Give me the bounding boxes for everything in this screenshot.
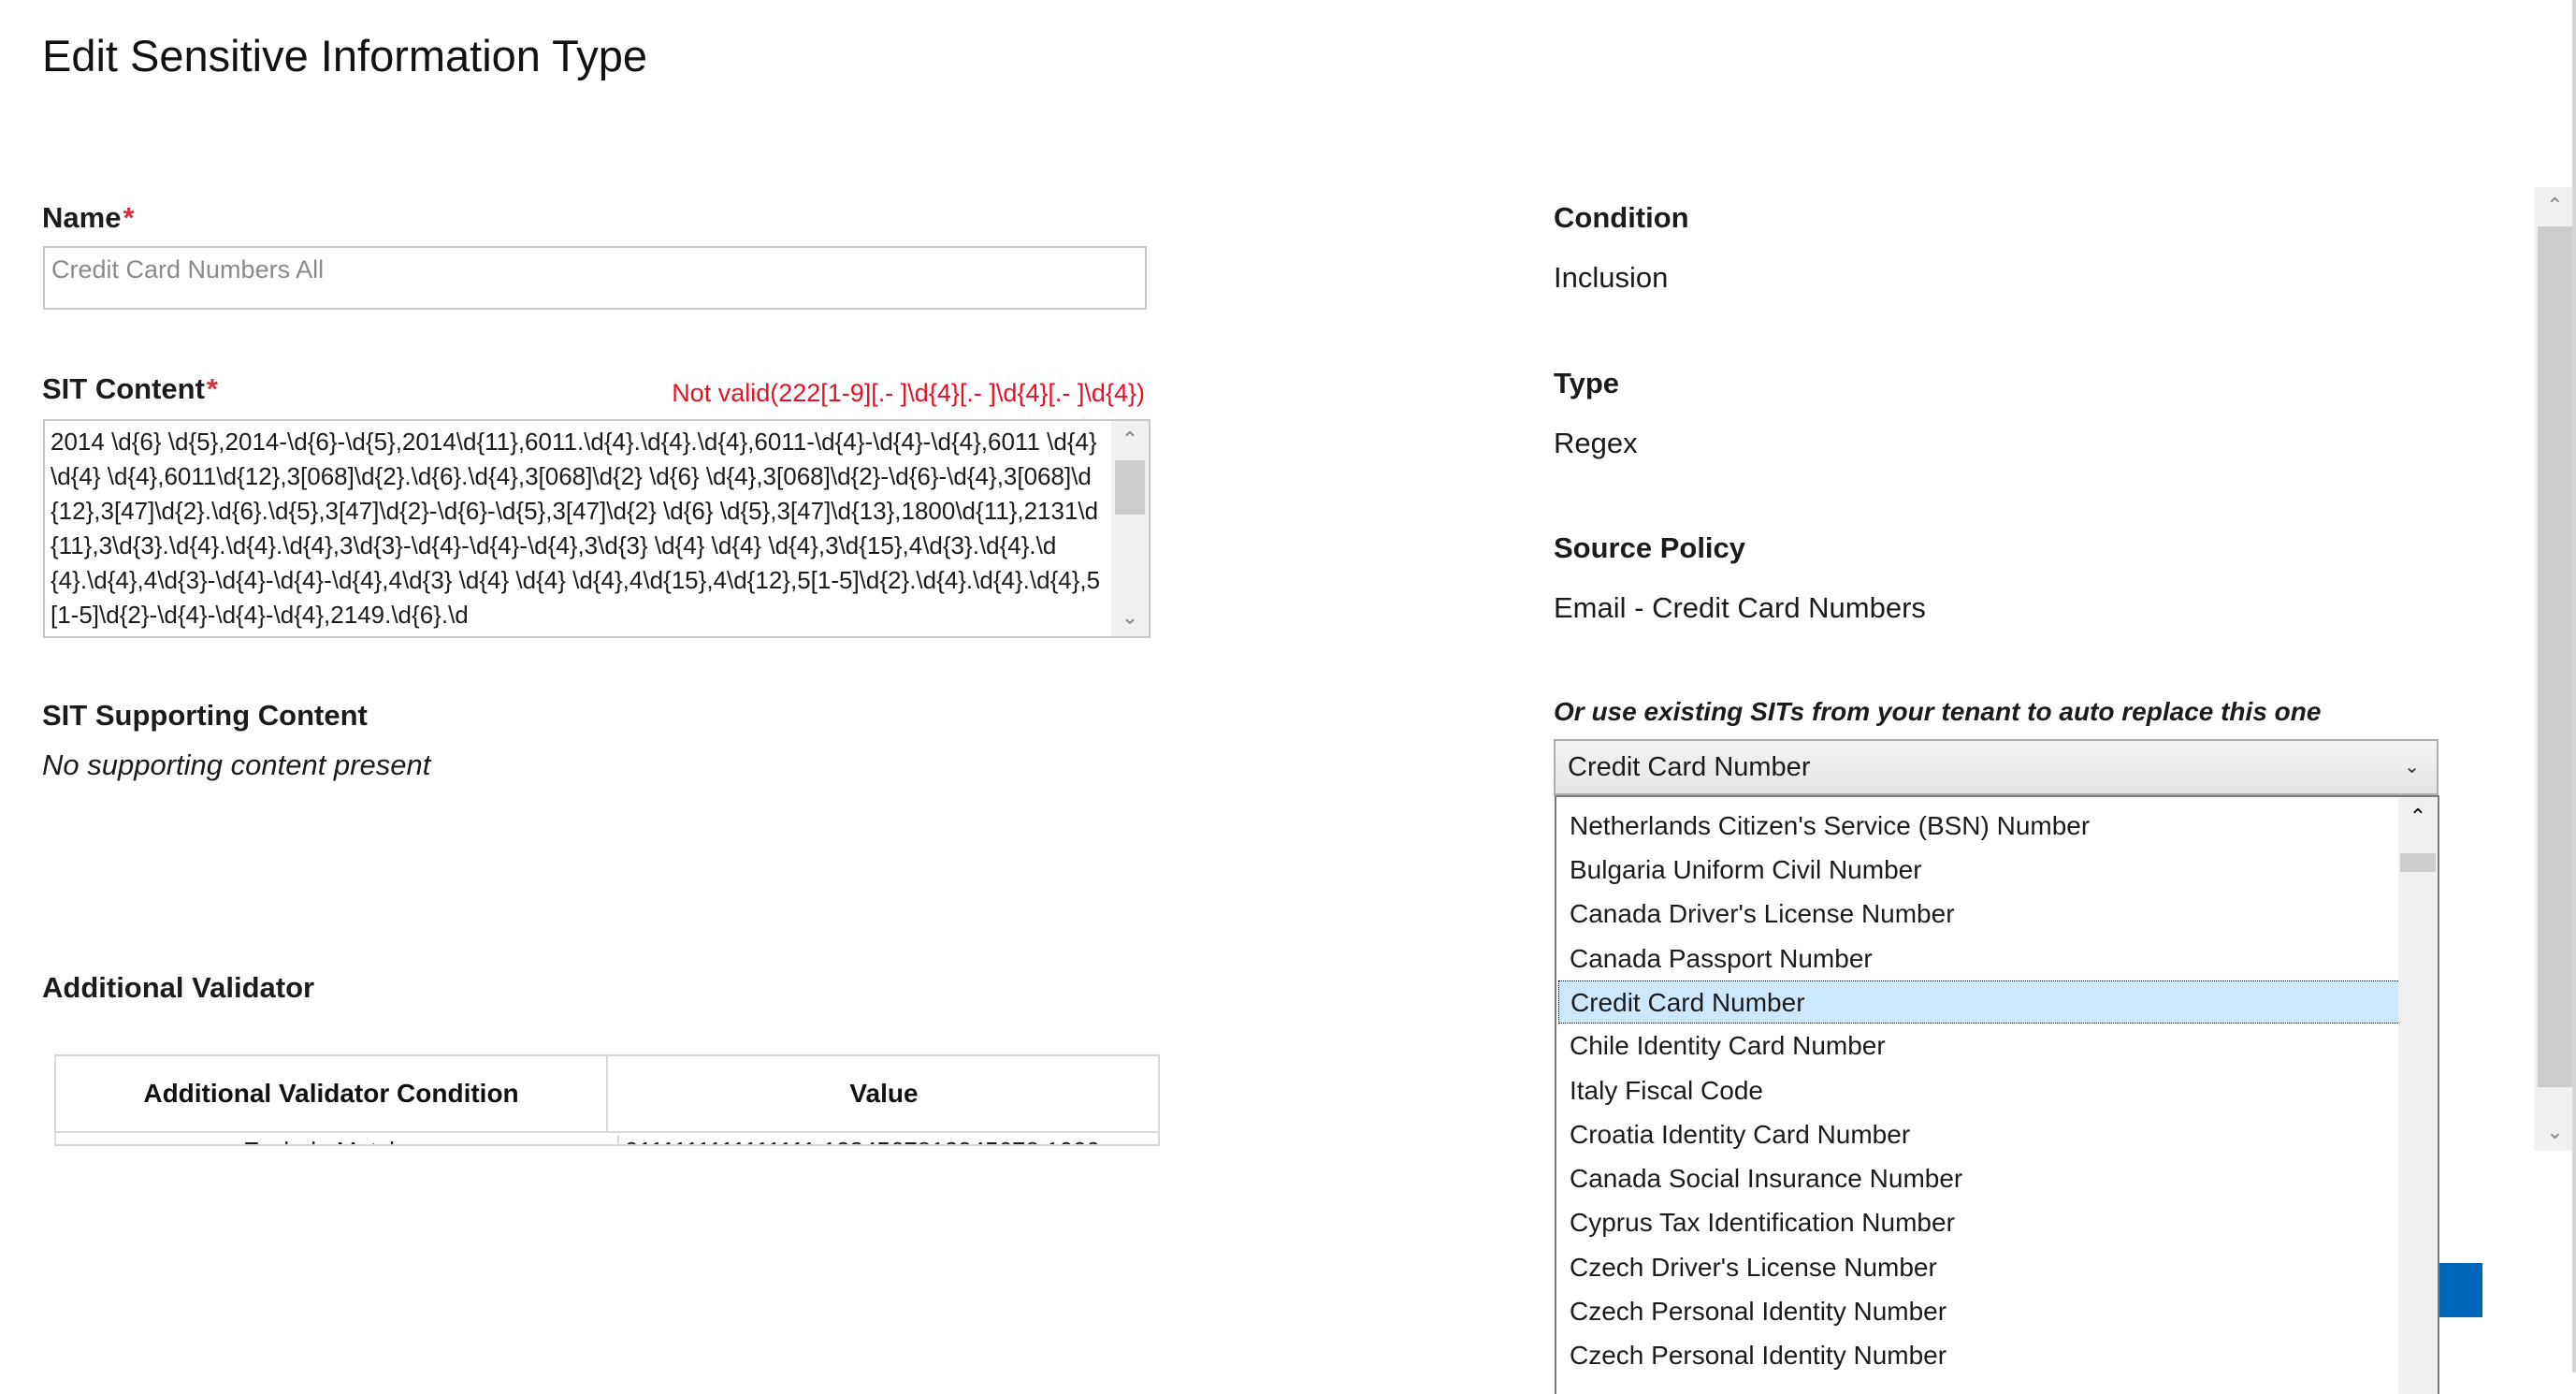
sit-content-text[interactable]: 2014 \d{6} \d{5},2014-\d{6}-\d{5},2014\d… (51, 425, 1107, 632)
column-header-value: Value (849, 1079, 919, 1108)
scroll-up-icon[interactable]: ⌃ (2534, 187, 2576, 225)
name-label: Name* (42, 201, 135, 234)
list-item[interactable]: Italy Fiscal Code (1558, 1069, 2400, 1112)
list-item[interactable]: Bulgaria Uniform Civil Number (1558, 849, 2400, 892)
list-item[interactable]: Canada Social Insurance Number (1558, 1157, 2400, 1200)
scroll-thumb[interactable] (2538, 226, 2572, 1087)
supporting-content-value: No supporting content present (42, 748, 431, 781)
scroll-down-icon[interactable]: ⌄ (2534, 1113, 2576, 1151)
additional-validator-label: Additional Validator (42, 971, 315, 1004)
list-item[interactable]: Czech Driver's License Number (1558, 1246, 2400, 1289)
list-item[interactable]: Czech Personal Identity Number (1558, 1290, 2400, 1333)
dropdown-scrollbar[interactable]: ⌃ (2398, 797, 2438, 1394)
sit-content-label: SIT Content* (42, 372, 218, 405)
textarea-scrollbar[interactable]: ⌃ ⌄ (1111, 421, 1149, 636)
scroll-thumb[interactable] (1115, 460, 1145, 515)
scroll-up-icon[interactable]: ⌃ (1111, 421, 1149, 458)
type-label: Type (1554, 367, 1620, 399)
supporting-content-label: SIT Supporting Content (42, 699, 368, 732)
list-item[interactable]: Netherlands Citizen's Service (BSN) Numb… (1558, 805, 2400, 848)
type-value: Regex (1554, 427, 1638, 459)
chevron-up-icon[interactable]: ⌃ (2398, 797, 2438, 836)
sit-options-list[interactable]: Netherlands Citizen's Service (BSN) Numb… (1555, 795, 2439, 1394)
required-mark: * (123, 201, 135, 234)
sit-content-textarea[interactable]: 2014 \d{6} \d{5},2014-\d{6}-\d{5},2014\d… (43, 419, 1151, 638)
condition-label: Condition (1554, 201, 1689, 234)
replace-sit-note: Or use existing SITs from your tenant to… (1554, 697, 2322, 726)
page-title: Edit Sensitive Information Type (42, 31, 648, 80)
window-edge (2572, 0, 2576, 1372)
list-item[interactable]: Canada Passport Number (1558, 937, 2400, 980)
list-item-selected[interactable]: Credit Card Number (1558, 980, 2400, 1024)
list-item[interactable]: Czech Personal Identity Number (1558, 1334, 2400, 1377)
validation-error: Not valid(222[1-9][.- ]\d{4}[.- ]\d{4}[.… (672, 379, 1145, 407)
column-header-condition: Additional Validator Condition (56, 1056, 608, 1131)
source-policy-label: Source Policy (1554, 531, 1746, 564)
page-scrollbar[interactable]: ⌃ ⌄ (2534, 187, 2576, 1151)
header-divider (56, 1131, 1158, 1133)
scroll-down-icon[interactable]: ⌄ (1111, 599, 1149, 636)
list-item[interactable]: Croatia Identity Card Number (1558, 1113, 2400, 1156)
list-item[interactable]: Canada Driver's License Number (1558, 893, 2400, 936)
name-field[interactable]: Credit Card Numbers All (43, 246, 1147, 310)
condition-value: Inclusion (1554, 261, 1669, 294)
sit-replace-select[interactable]: Credit Card Number ⌄ (1554, 739, 2439, 795)
table-cell-value[interactable]: 0111111111111111,1234567812345678,1000 (617, 1135, 1100, 1144)
validator-table: Additional Validator Condition Value Exc… (54, 1054, 1160, 1146)
source-policy-value: Email - Credit Card Numbers (1554, 591, 1926, 624)
chevron-down-icon[interactable]: ⌄ (2404, 741, 2420, 793)
list-item[interactable]: Chile Identity Card Number (1558, 1024, 2400, 1067)
table-cell-condition[interactable]: Exclude Match (243, 1135, 403, 1144)
primary-action-button[interactable] (2439, 1263, 2482, 1317)
select-value[interactable]: Credit Card Number (1568, 752, 1810, 782)
list-item[interactable]: Cyprus Tax Identification Number (1558, 1201, 2400, 1244)
scroll-thumb[interactable] (2400, 853, 2436, 872)
required-mark: * (206, 372, 218, 405)
